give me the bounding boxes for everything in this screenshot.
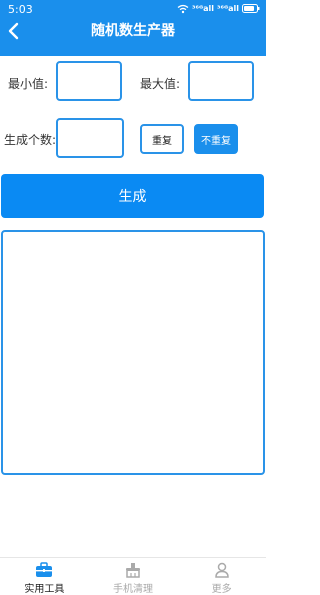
tab-clean[interactable]: 手机清理	[89, 558, 178, 595]
min-input[interactable]	[56, 61, 122, 101]
toolbox-icon	[36, 562, 53, 577]
min-label: 最小值:	[8, 77, 49, 91]
count-label: 生成个数:	[4, 133, 57, 147]
status-time: 5:03	[8, 3, 33, 16]
no-repeat-button[interactable]: 不重复	[194, 124, 238, 154]
tab-tools-label: 实用工具	[24, 584, 65, 595]
signal-icon: ³⁶ᴳall	[216, 4, 239, 13]
signal-icon: ³⁶ᴳall	[191, 4, 214, 13]
max-label: 最大值:	[140, 77, 181, 91]
status-icons: ³⁶ᴳall ³⁶ᴳall	[177, 3, 260, 14]
result-output[interactable]	[1, 230, 265, 475]
tab-more[interactable]: 更多	[177, 558, 266, 595]
count-input[interactable]	[56, 118, 124, 158]
tab-tools[interactable]: 实用工具	[0, 558, 89, 595]
page-title: 随机数生产器	[91, 23, 175, 39]
repeat-button[interactable]: 重复	[140, 124, 184, 154]
app-bar: 5:03 ³⁶ᴳall ³⁶ᴳall 随机数生产器	[0, 0, 266, 56]
wifi-icon	[177, 4, 189, 13]
tab-more-label: 更多	[211, 584, 232, 595]
max-input[interactable]	[188, 61, 254, 101]
user-icon	[214, 562, 229, 578]
battery-icon	[242, 4, 260, 13]
broom-icon	[126, 563, 140, 578]
tab-clean-label: 手机清理	[113, 584, 153, 595]
generate-button[interactable]: 生成	[1, 174, 264, 218]
bottom-tab-bar: 实用工具 手机清理 更多	[0, 557, 266, 595]
